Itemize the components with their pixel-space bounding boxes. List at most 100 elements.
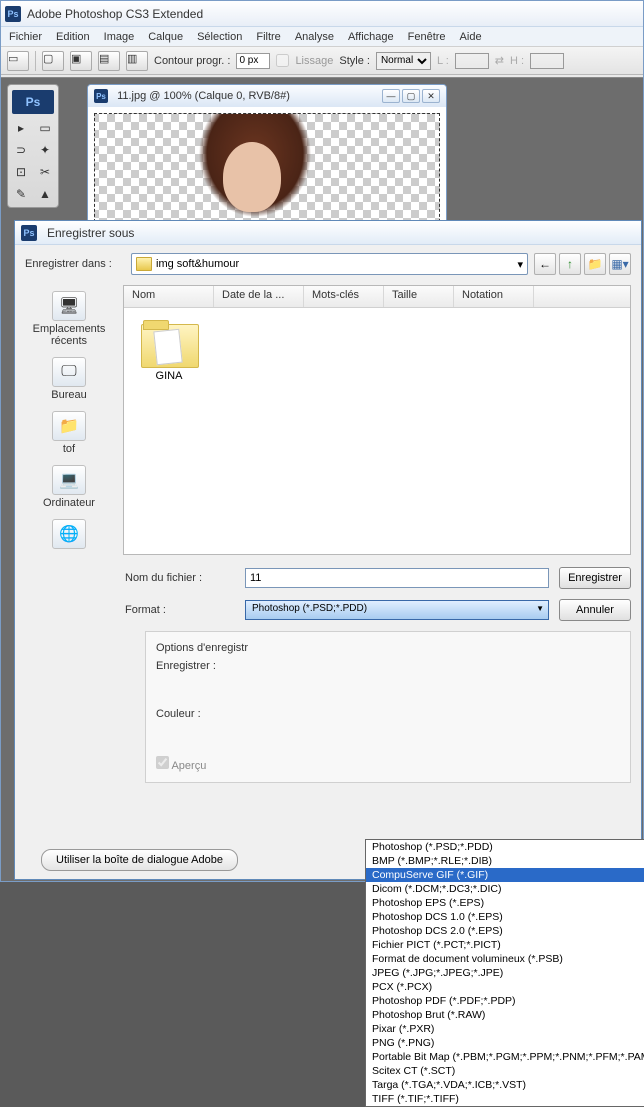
save-sub-label: Enregistrer : [156,660,620,672]
menu-fenêtre[interactable]: Fenêtre [408,31,446,43]
save-titlebar: Ps Enregistrer sous [15,221,641,245]
canvas[interactable] [94,113,440,227]
crop-tool-icon[interactable]: ⊡ [10,162,32,182]
save-options-section: Options d'enregistr Enregistrer : Couleu… [145,631,631,783]
up-button[interactable]: ↑ [559,253,581,275]
maximize-icon[interactable]: ▢ [402,89,420,103]
antialias-label: Lissage [295,55,333,67]
format-option[interactable]: Portable Bit Map (*.PBM;*.PGM;*.PPM;*.PN… [366,1050,644,1064]
cancel-button[interactable]: Annuler [559,599,631,621]
place-item[interactable]: 💻Ordinateur [27,463,111,511]
column-header[interactable]: Date de la ... [214,286,304,307]
format-option[interactable]: TIFF (*.TIF;*.TIFF) [366,1092,644,1106]
move-tool-icon[interactable]: ▸ [10,118,32,138]
menu-calque[interactable]: Calque [148,31,183,43]
menu-sélection[interactable]: Sélection [197,31,242,43]
places-bar: 🖥Emplacements récents 🖵Bureau 📁tof 💻Ordinat… [25,285,113,555]
wand-tool-icon[interactable]: ✦ [34,140,56,160]
document-title: 11.jpg @ 100% (Calque 0, RVB/8#) [117,90,290,102]
app-title: Adobe Photoshop CS3 Extended [27,7,203,21]
minimize-icon[interactable]: — [382,89,400,103]
slice-tool-icon[interactable]: ✂ [34,162,56,182]
folder-icon [136,257,152,271]
marquee-tool-icon[interactable]: ▭ [34,118,56,138]
menubar: Fichier Edition Image Calque Sélection Filtre… [1,27,643,47]
menu-analyse[interactable]: Analyse [295,31,334,43]
width-input [455,53,489,69]
place-item[interactable]: 📁tof [27,409,111,457]
format-label: Format : [125,604,235,616]
format-dropdown[interactable]: Photoshop (*.PSD;*.PDD)BMP (*.BMP;*.RLE;… [365,839,644,1107]
format-option[interactable]: BMP (*.BMP;*.RLE;*.DIB) [366,854,644,868]
menu-fichier[interactable]: Fichier [9,31,42,43]
feather-input[interactable] [236,53,270,69]
format-option[interactable]: Fichier PICT (*.PCT;*.PICT) [366,938,644,952]
feather-label: Contour progr. : [154,55,230,67]
menu-affichage[interactable]: Affichage [348,31,394,43]
ps-dialog-icon: Ps [21,225,37,241]
menu-edition[interactable]: Edition [56,31,90,43]
format-option[interactable]: PCX (*.PCX) [366,980,644,994]
format-option[interactable]: JPEG (*.JPG;*.JPEG;*.JPE) [366,966,644,980]
column-header[interactable]: Nom [124,286,214,307]
format-option[interactable]: Dicom (*.DCM;*.DC3;*.DIC) [366,882,644,896]
save-in-combo[interactable]: img soft&humour ▾ [131,253,528,275]
height-label: H : [510,55,524,67]
add-selection-icon[interactable]: ▣ [70,51,92,71]
place-item[interactable]: 🖵Bureau [27,355,111,403]
adobe-dialog-button[interactable]: Utiliser la boîte de dialogue Adobe [41,849,238,871]
back-button[interactable]: ← [534,253,556,275]
column-header[interactable]: Taille [384,286,454,307]
stamp-tool-icon[interactable]: ▲ [34,184,56,204]
column-header[interactable]: Mots-clés [304,286,384,307]
ps-badge-icon: Ps [12,90,54,114]
close-icon[interactable]: ✕ [422,89,440,103]
marquee-select-icon[interactable]: ▭ [7,51,29,71]
tools-panel: Ps ▸ ▭ ⊃ ✦ ⊡ ✂ ✎ ▲ [7,84,59,208]
format-combo[interactable]: Photoshop (*.PSD;*.PDD) [245,600,549,620]
place-icon: 🌐 [52,519,86,549]
format-option[interactable]: Photoshop PDF (*.PDF;*.PDP) [366,994,644,1008]
filename-input[interactable] [245,568,549,588]
menu-filtre[interactable]: Filtre [256,31,280,43]
format-option[interactable]: Format de document volumineux (*.PSB) [366,952,644,966]
place-icon: 🖥 [52,291,86,321]
filename-label: Nom du fichier : [125,572,235,584]
menu-aide[interactable]: Aide [460,31,482,43]
app-titlebar: Ps Adobe Photoshop CS3 Extended [1,1,643,27]
brush-tool-icon[interactable]: ✎ [10,184,32,204]
format-option[interactable]: CompuServe GIF (*.GIF) [366,868,644,882]
new-selection-icon[interactable]: ▢ [42,51,64,71]
place-icon: 🖵 [52,357,86,387]
format-option[interactable]: Photoshop Brut (*.RAW) [366,1008,644,1022]
format-option[interactable]: Photoshop DCS 1.0 (*.EPS) [366,910,644,924]
save-button[interactable]: Enregistrer [559,567,631,589]
format-option[interactable]: Photoshop DCS 2.0 (*.EPS) [366,924,644,938]
new-folder-button[interactable]: 📁 [584,253,606,275]
lasso-tool-icon[interactable]: ⊃ [10,140,32,160]
antialias-checkbox [276,54,289,67]
file-list[interactable]: NomDate de la ...Mots-clésTailleNotation… [123,285,631,555]
style-select[interactable]: Normal [376,52,431,70]
place-icon: 📁 [52,411,86,441]
format-option[interactable]: Photoshop (*.PSD;*.PDD) [366,840,644,854]
subtract-selection-icon[interactable]: ▤ [98,51,120,71]
view-menu-button[interactable]: ▦▾ [609,253,631,275]
format-option[interactable]: Scitex CT (*.SCT) [366,1064,644,1078]
folder-name: GINA [156,370,183,382]
place-item[interactable]: 🖥Emplacements récents [27,289,111,349]
place-label: Emplacements récents [27,323,111,347]
save-in-label: Enregistrer dans : [25,258,125,270]
menu-image[interactable]: Image [104,31,135,43]
intersect-selection-icon[interactable]: ▥ [126,51,148,71]
save-options-label: Options d'enregistr [156,642,620,654]
folder-item[interactable]: GINA [134,318,204,382]
format-option[interactable]: Pixar (*.PXR) [366,1022,644,1036]
format-option[interactable]: PNG (*.PNG) [366,1036,644,1050]
place-item[interactable]: 🌐 [27,517,111,553]
format-option[interactable]: Photoshop EPS (*.EPS) [366,896,644,910]
save-as-dialog: Ps Enregistrer sous Enregistrer dans : i… [14,220,642,880]
column-header[interactable]: Notation [454,286,534,307]
format-option[interactable]: Targa (*.TGA;*.VDA;*.ICB;*.VST) [366,1078,644,1092]
color-label: Couleur : [156,708,620,720]
